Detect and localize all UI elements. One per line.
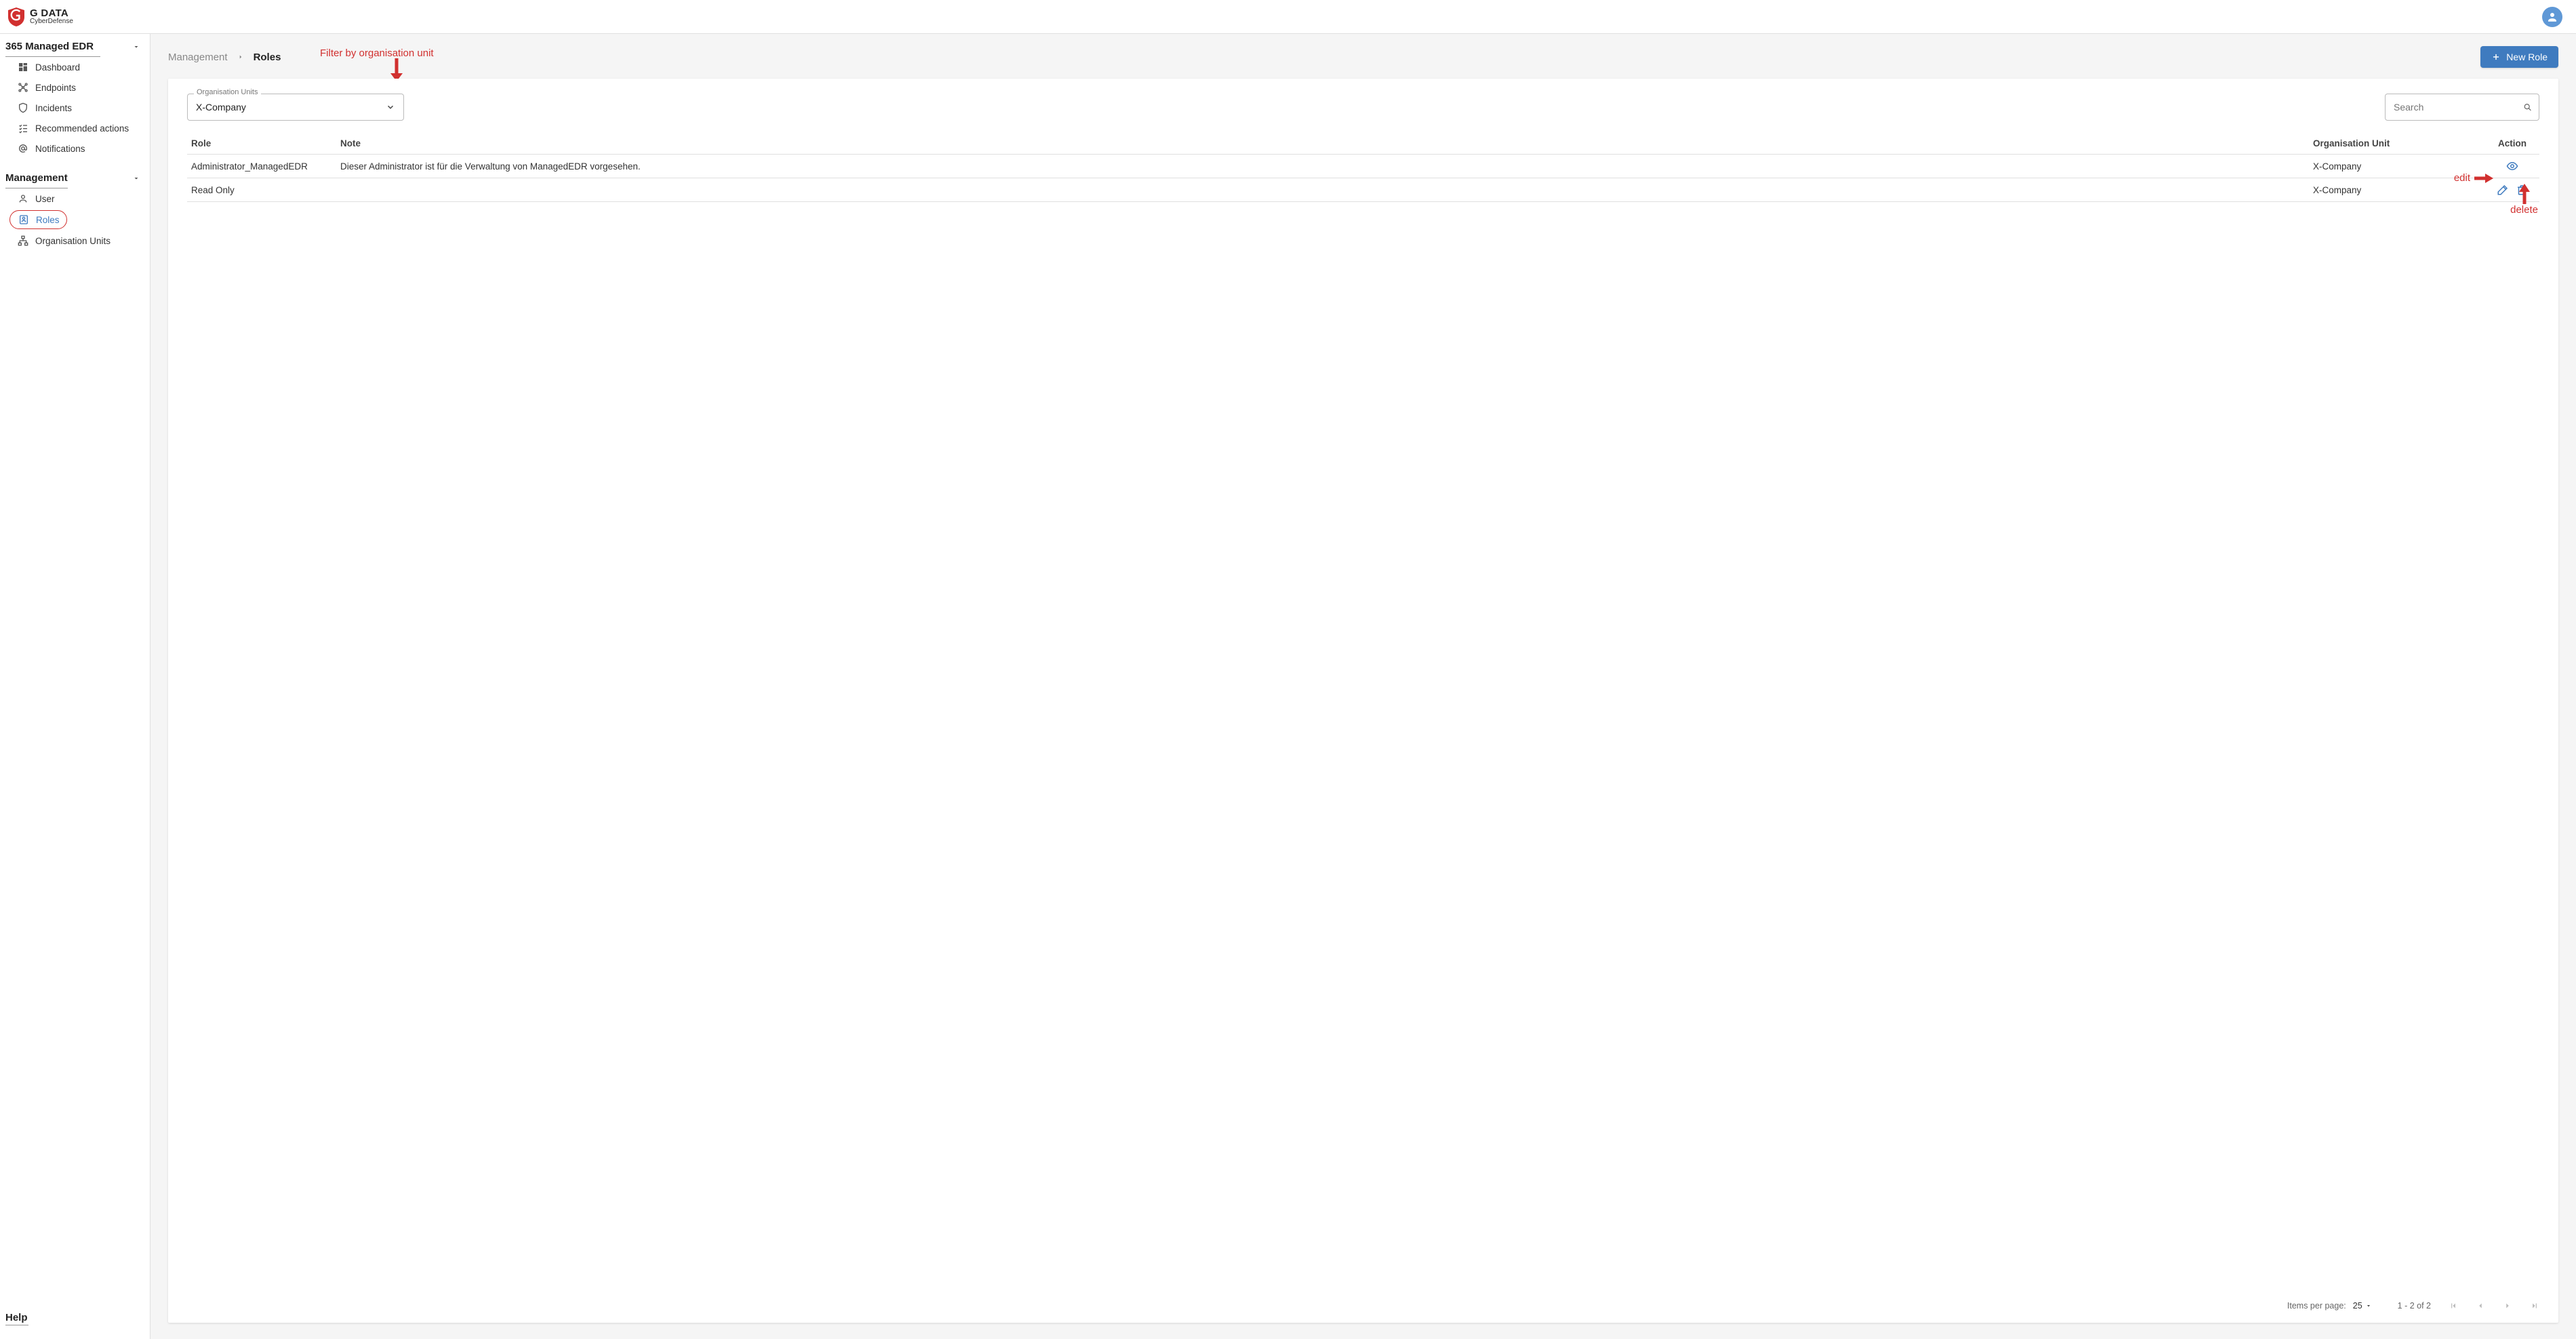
pencil-icon[interactable] [2497, 184, 2509, 196]
brand-text: G DATA CyberDefense [30, 8, 73, 25]
chevron-down-icon [132, 43, 140, 51]
sidebar-section-management[interactable]: Management [0, 165, 150, 188]
sidebar-item-roles[interactable]: Roles [9, 210, 67, 229]
sidebar-item-label: Endpoints [35, 83, 76, 93]
chevron-down-icon [386, 102, 395, 112]
table-row[interactable]: Read Only X-Company [187, 178, 2539, 202]
new-role-button[interactable]: New Role [2480, 46, 2558, 68]
paginator-range: 1 - 2 of 2 [2398, 1301, 2431, 1311]
cell-note [336, 178, 2309, 202]
sidebar-item-label: Notifications [35, 144, 85, 154]
cell-ou: X-Company [2309, 155, 2485, 178]
trash-icon[interactable] [2516, 184, 2528, 196]
org-unit-filter-legend: Organisation Units [194, 88, 261, 96]
cell-ou: X-Company [2309, 178, 2485, 202]
dashboard-icon [18, 62, 28, 73]
topbar: G DATA CyberDefense [0, 0, 2576, 34]
search-field[interactable] [2385, 94, 2539, 121]
content-area: Management Roles New Role Filter by orga… [150, 34, 2576, 1339]
shield-logo-icon [8, 7, 24, 26]
sidebar-item-label: Incidents [35, 103, 72, 113]
sidebar-item-label: Recommended actions [35, 123, 129, 134]
org-unit-filter[interactable]: Organisation Units X-Company [187, 94, 404, 121]
items-per-page-label: Items per page: [2287, 1301, 2346, 1311]
brand-line1: G DATA [30, 8, 73, 18]
cell-role: Read Only [187, 178, 336, 202]
chevron-down-icon [132, 174, 140, 182]
cell-note: Dieser Administrator ist für die Verwalt… [336, 155, 2309, 178]
brand-line2: CyberDefense [30, 18, 73, 25]
endpoints-icon [18, 82, 28, 93]
sidebar-item-dashboard[interactable]: Dashboard [0, 57, 150, 77]
sidebar-item-notifications[interactable]: Notifications [0, 138, 150, 159]
at-icon [18, 143, 28, 154]
org-tree-icon [18, 235, 28, 246]
shield-outline-icon [18, 102, 28, 113]
roles-card: Organisation Units X-Company Role Note [168, 79, 2558, 1323]
sidebar-section-edr-title: 365 Managed EDR [5, 41, 94, 52]
checklist-icon [18, 123, 28, 134]
plus-icon [2491, 52, 2501, 62]
caret-down-icon [2365, 1302, 2372, 1309]
th-ou[interactable]: Organisation Unit [2309, 133, 2485, 155]
sidebar-item-label: Organisation Units [35, 236, 110, 246]
paginator-first[interactable] [2449, 1301, 2458, 1311]
roles-table: Role Note Organisation Unit Action Admin… [187, 133, 2539, 202]
cell-action [2485, 178, 2539, 202]
sidebar-item-label: Dashboard [35, 62, 80, 73]
items-per-page-select[interactable]: 25 [2353, 1301, 2372, 1311]
breadcrumb-parent[interactable]: Management [168, 52, 228, 63]
table-row[interactable]: Administrator_ManagedEDR Dieser Administ… [187, 155, 2539, 178]
filter-row: Organisation Units X-Company [168, 79, 2558, 129]
paginator-last[interactable] [2530, 1301, 2539, 1311]
sidebar-section-help[interactable]: Help [0, 1305, 150, 1325]
paginator-prev[interactable] [2476, 1301, 2485, 1311]
sidebar-item-endpoints[interactable]: Endpoints [0, 77, 150, 98]
page-header: Management Roles New Role [150, 34, 2576, 79]
user-icon [18, 193, 28, 204]
breadcrumb: Management Roles [168, 52, 281, 63]
sidebar-item-recommended-actions[interactable]: Recommended actions [0, 118, 150, 138]
cell-role: Administrator_ManagedEDR [187, 155, 336, 178]
org-unit-filter-value: X-Company [196, 102, 246, 113]
sidebar-section-management-title: Management [5, 172, 68, 184]
sidebar-item-organisation-units[interactable]: Organisation Units [0, 231, 150, 251]
sidebar-item-incidents[interactable]: Incidents [0, 98, 150, 118]
paginator-next[interactable] [2503, 1301, 2512, 1311]
sidebar-item-label: Roles [36, 215, 60, 225]
search-input[interactable] [2392, 101, 2518, 113]
table-paginator: Items per page: 25 1 - 2 of 2 [168, 1292, 2558, 1323]
sidebar-section-edr[interactable]: 365 Managed EDR [0, 34, 150, 56]
cell-action [2485, 155, 2539, 178]
breadcrumb-current: Roles [254, 52, 281, 63]
new-role-button-label: New Role [2506, 52, 2548, 62]
id-badge-icon [18, 214, 29, 225]
eye-icon[interactable] [2506, 160, 2518, 172]
sidebar-section-help-title: Help [5, 1312, 28, 1323]
sidebar-item-user[interactable]: User [0, 188, 150, 209]
sidebar-item-label: User [35, 194, 55, 204]
annotation-delete-label: delete [2510, 204, 2538, 216]
person-icon [2546, 11, 2558, 23]
user-avatar[interactable] [2542, 7, 2562, 27]
chevron-right-icon [237, 54, 244, 60]
brand-logo[interactable]: G DATA CyberDefense [8, 7, 73, 26]
th-action: Action [2485, 133, 2539, 155]
sidebar: 365 Managed EDR Dashboard Endpoints Inci… [0, 34, 150, 1339]
th-note[interactable]: Note [336, 133, 2309, 155]
search-icon [2523, 101, 2532, 113]
items-per-page-value: 25 [2353, 1301, 2362, 1311]
th-role[interactable]: Role [187, 133, 336, 155]
